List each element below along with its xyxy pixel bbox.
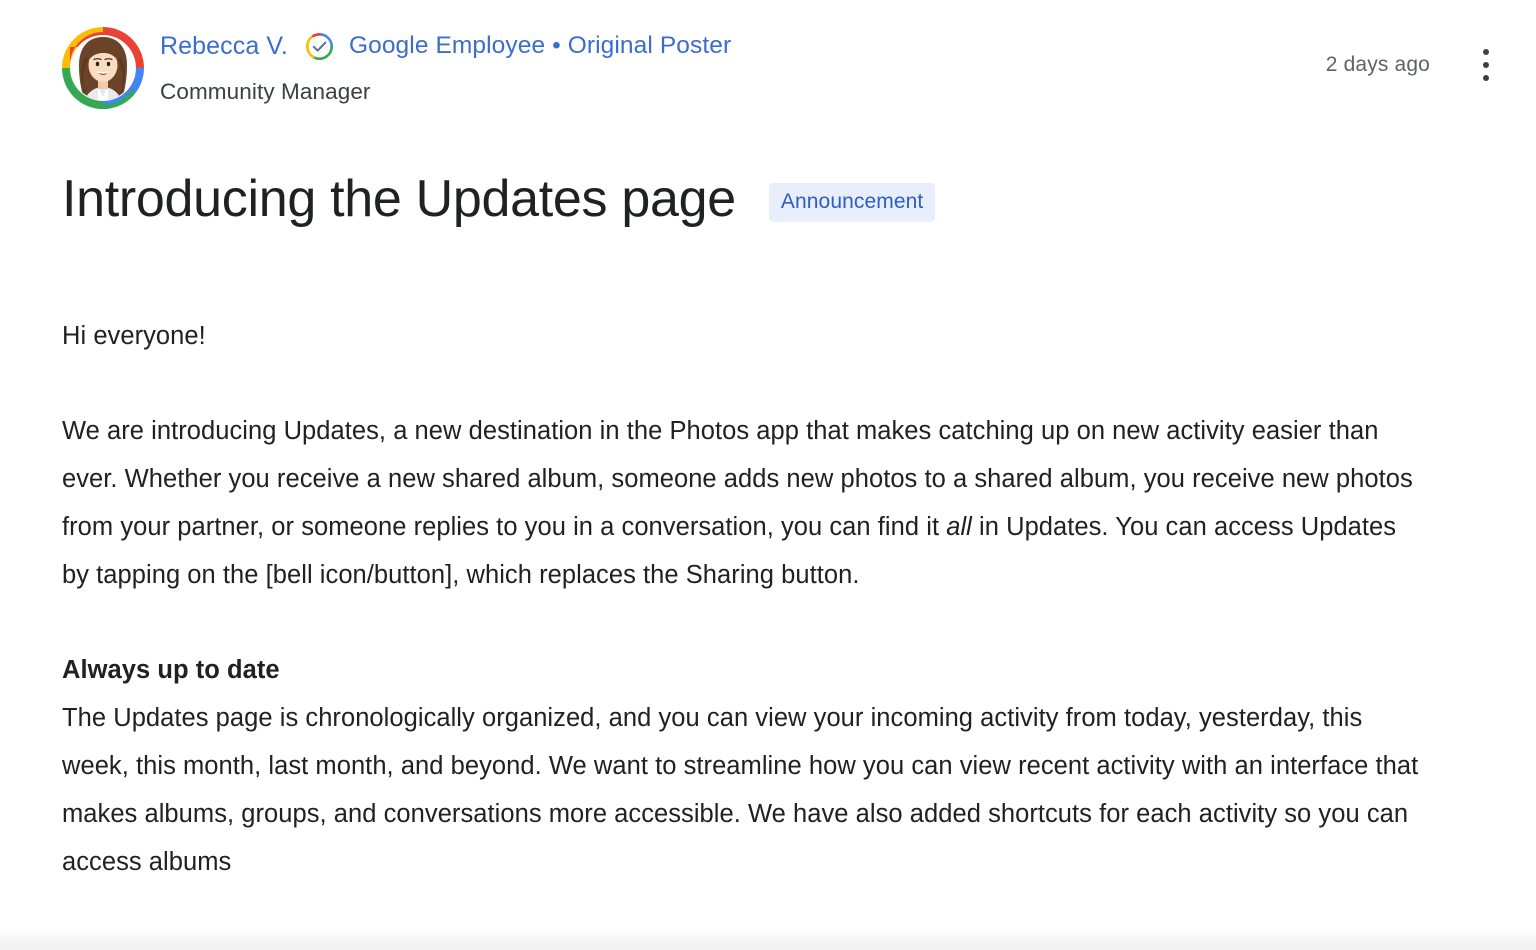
status-badge[interactable]: Announcement [768,182,936,222]
avatar[interactable] [62,27,144,109]
post-page: Rebecca V. Google Employee • Original Po… [0,0,1536,950]
section-paragraph: The Updates page is chronologically orga… [62,704,1419,876]
author-subtitle: Community Manager [160,79,371,104]
menu-dot [1483,62,1489,68]
intro-paragraph: We are introducing Updates, a new destin… [62,407,1427,599]
title-row: Introducing the Updates page Announcemen… [62,168,1496,230]
menu-dot [1483,49,1489,55]
author-roles-label[interactable]: Google Employee • Original Poster [349,31,731,61]
page-title: Introducing the Updates page [62,170,736,228]
greeting-paragraph: Hi everyone! [62,322,206,350]
menu-dot [1483,75,1489,81]
post-timestamp: 2 days ago [1325,53,1430,76]
google-verified-check-icon [305,32,334,61]
author-line: Rebecca V. Google Employee • Original Po… [160,31,1326,61]
intro-paragraph-emphasis: all [946,513,972,541]
post-header: Rebecca V. Google Employee • Original Po… [0,22,1536,118]
more-vertical-icon[interactable] [1472,48,1500,82]
post-body: Hi everyone! We are introducing Updates,… [62,312,1427,886]
user-avatar-illustration [62,27,144,109]
header-right-controls: 2 days ago [1326,48,1500,82]
author-name-link[interactable]: Rebecca V. [160,31,288,61]
author-block: Rebecca V. Google Employee • Original Po… [160,22,1326,106]
section-heading: Always up to date [62,656,280,684]
bottom-fade-band [0,928,1536,950]
